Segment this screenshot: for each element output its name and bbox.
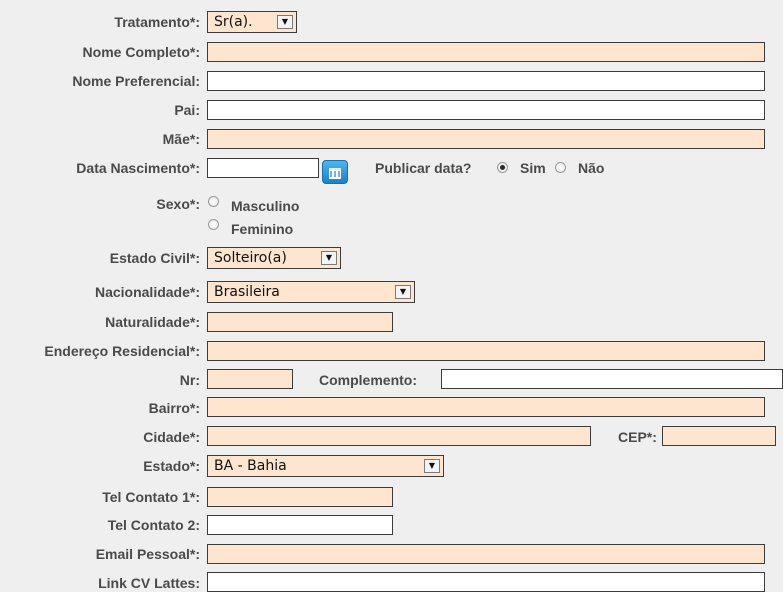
sexo-label: Sexo*: [156, 196, 200, 212]
cep-label: CEP*: [618, 429, 657, 445]
dropdown-arrow-icon[interactable]: ▼ [424, 459, 440, 473]
publicar-sim-label: Sim [520, 160, 546, 176]
mae-label: Mãe*: [162, 131, 200, 147]
cep-input[interactable] [662, 426, 776, 446]
bairro-label: Bairro*: [148, 400, 200, 416]
data-nascimento-input[interactable] [207, 158, 319, 178]
dropdown-arrow-icon[interactable]: ▼ [321, 251, 337, 265]
estado-label: Estado*: [143, 458, 200, 474]
nacionalidade-label: Nacionalidade*: [94, 284, 200, 300]
nome-completo-input[interactable] [207, 42, 765, 62]
naturalidade-input[interactable] [207, 312, 393, 332]
publicar-sim-radio[interactable] [497, 162, 508, 173]
data-nascimento-label: Data Nascimento*: [76, 160, 200, 176]
tratamento-label: Tratamento*: [114, 14, 200, 30]
tel-contato-1-input[interactable] [207, 487, 393, 507]
nome-preferencial-label: Nome Preferencial: [72, 73, 200, 89]
nome-preferencial-input[interactable] [207, 71, 765, 91]
link-cv-lattes-label: Link CV Lattes: [98, 575, 200, 591]
tel-contato-2-label: Tel Contato 2: [107, 517, 200, 533]
tratamento-select[interactable]: Sr(a). ▼ [207, 11, 297, 33]
estado-select[interactable]: BA - Bahia ▼ [207, 455, 444, 477]
dropdown-arrow-icon[interactable]: ▼ [395, 285, 411, 299]
email-pessoal-input[interactable] [207, 544, 765, 564]
estado-civil-select[interactable]: Solteiro(a) ▼ [207, 247, 341, 269]
dropdown-arrow-icon[interactable]: ▼ [277, 15, 293, 29]
link-cv-lattes-input[interactable] [207, 572, 765, 592]
complemento-input[interactable] [441, 369, 783, 389]
sexo-masculino-radio[interactable] [208, 196, 219, 207]
calendar-button[interactable] [322, 160, 348, 184]
tel-contato-2-input[interactable] [207, 515, 393, 535]
estado-civil-label: Estado Civil*: [109, 250, 200, 266]
tratamento-selected-value: Sr(a). [214, 14, 253, 30]
endereco-residencial-label: Endereço Residencial*: [44, 343, 200, 359]
sexo-masculino-label: Masculino [231, 198, 300, 214]
tel-contato-1-label: Tel Contato 1*: [102, 489, 200, 505]
nr-label: Nr: [179, 372, 200, 388]
endereco-residencial-input[interactable] [207, 341, 765, 361]
publicar-nao-radio[interactable] [555, 162, 566, 173]
nome-completo-label: Nome Completo*: [82, 44, 200, 60]
sexo-feminino-label: Feminino [231, 221, 294, 237]
estado-selected-value: BA - Bahia [214, 458, 287, 474]
bairro-input[interactable] [207, 397, 765, 417]
pai-label: Pai: [174, 102, 200, 118]
publicar-data-label: Publicar data? [375, 160, 472, 176]
nr-input[interactable] [207, 369, 293, 389]
publicar-nao-label: Não [578, 160, 605, 176]
estado-civil-selected-value: Solteiro(a) [214, 250, 287, 266]
complemento-label: Complemento: [319, 372, 417, 388]
nacionalidade-selected-value: Brasileira [214, 284, 280, 300]
email-pessoal-label: Email Pessoal*: [95, 546, 200, 562]
mae-input[interactable] [207, 129, 765, 149]
sexo-feminino-radio[interactable] [208, 219, 219, 230]
cidade-label: Cidade*: [143, 429, 200, 445]
cidade-input[interactable] [207, 426, 591, 446]
nacionalidade-select[interactable]: Brasileira ▼ [207, 281, 415, 303]
calendar-icon [329, 168, 341, 179]
pai-input[interactable] [207, 100, 765, 120]
naturalidade-label: Naturalidade*: [105, 314, 200, 330]
